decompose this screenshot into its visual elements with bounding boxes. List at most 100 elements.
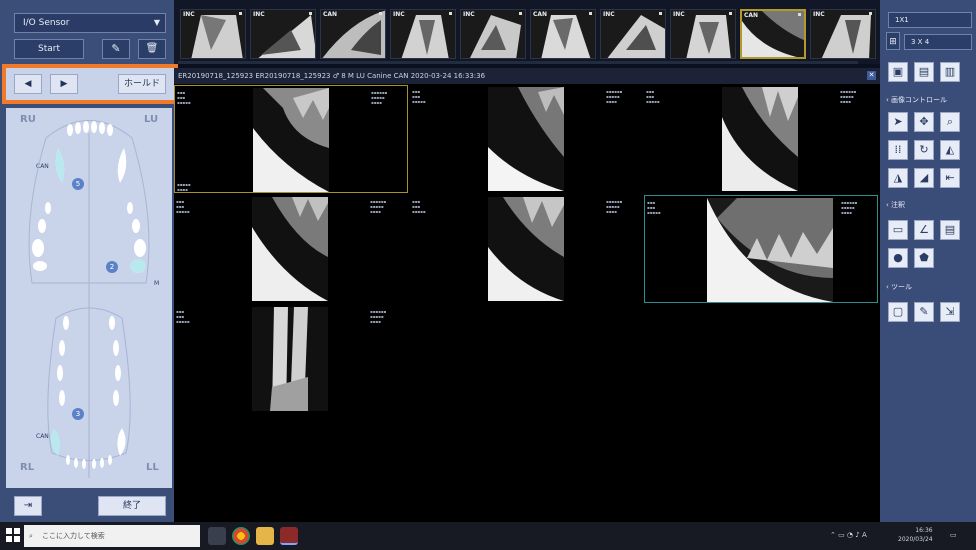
flip-tool[interactable]: ◭	[940, 140, 960, 160]
mirror-icon: ◮	[893, 171, 903, 184]
taskbar-search-input[interactable]: ⌕ ここに入力して検索	[24, 525, 200, 547]
layout-select-1[interactable]: 1X1	[888, 12, 972, 28]
folder-icon[interactable]	[256, 527, 274, 545]
thumbnail-dot	[449, 12, 452, 15]
xray-image	[252, 197, 328, 301]
thumbnail[interactable]: INC	[390, 9, 456, 59]
viewport-meta: ▪▪▪ ▪▪▪ ▪▪▪▪▪	[412, 89, 426, 104]
arrow-right-icon: ▶	[60, 79, 68, 89]
thumbnail-selected[interactable]: CAN	[740, 9, 806, 59]
viewport-meta: ▪▪▪ ▪▪▪ ▪▪▪▪▪	[176, 309, 190, 324]
taskbar-clock[interactable]: 16:36 2020/03/24	[898, 526, 933, 544]
grid-layout-button[interactable]: ⊞	[886, 32, 900, 50]
next-button[interactable]: ▶	[50, 74, 78, 94]
edit-button[interactable]: ✎	[102, 39, 130, 59]
edit-image-tool[interactable]: ✎	[914, 302, 934, 322]
thumbnail[interactable]: INC	[180, 9, 246, 59]
section-tools-label: ツール	[891, 283, 913, 291]
right-panel: 1X1 3 X 4 ⊞ ▣ ▤ ▥ ‹ 画像コントロール ➤ ✥ ⌕ ⁞⁞ ↻ …	[880, 0, 976, 522]
study-info-bar: ER20190718_125923 ER20190718_125923 ♂ 8 …	[174, 68, 880, 84]
polygon-tool[interactable]: ⬟	[914, 248, 934, 268]
close-icon[interactable]: ✕	[867, 71, 876, 80]
viewport-cell[interactable]: ▪▪▪ ▪▪▪ ▪▪▪▪▪ ▪▪▪▪▪▪ ▪▪▪▪▪ ▪▪▪▪	[410, 85, 644, 193]
viewport-cell[interactable]: ▪▪▪ ▪▪▪ ▪▪▪▪▪ ▪▪▪▪▪▪ ▪▪▪▪▪ ▪▪▪▪	[174, 195, 408, 303]
thumbnail-tag: INC	[813, 11, 825, 18]
ellipse-tool[interactable]: ●	[888, 248, 908, 268]
thumbnail[interactable]: INC	[600, 9, 666, 59]
pointer-tool[interactable]: ➤	[888, 112, 908, 132]
thumbnail[interactable]: INC	[670, 9, 736, 59]
dental-chart[interactable]: RU LU RL LL CAN CAN M 5 2 3	[6, 108, 172, 488]
count-badge-right: 2	[106, 261, 118, 273]
start-button[interactable]: Start	[14, 39, 84, 59]
reset-tool[interactable]: ⇤	[940, 168, 960, 188]
text-tool[interactable]: ▤	[940, 220, 960, 240]
delete-button[interactable]: 🗑	[138, 39, 166, 59]
xray-image	[253, 88, 329, 192]
previous-button[interactable]: ◀	[14, 74, 42, 94]
contrast-tool[interactable]: ◢	[914, 168, 934, 188]
rotate-icon: ↻	[919, 143, 929, 156]
angle-tool[interactable]: ∠	[914, 220, 934, 240]
tray-icons[interactable]: ⌃ ▭ ◔ ♪ A	[830, 531, 867, 539]
grid-tool[interactable]: ⁞⁞	[888, 140, 908, 160]
thumbnail[interactable]: INC	[810, 9, 876, 59]
sensor-select[interactable]: I/O Sensor ▼	[14, 13, 166, 33]
ruler-tool[interactable]: ▭	[888, 220, 908, 240]
view-1x1-button[interactable]: ▣	[888, 62, 908, 82]
mirror-tool[interactable]: ◮	[888, 168, 908, 188]
export-image-tool[interactable]: ⇲	[940, 302, 960, 322]
view-2x2-button[interactable]: ▤	[914, 62, 934, 82]
section-tools: ‹ ツール	[886, 283, 913, 291]
viewport-meta: ▪▪▪▪▪▪ ▪▪▪▪▪ ▪▪▪▪	[370, 199, 387, 214]
chrome-icon[interactable]	[232, 527, 250, 545]
thumbnail[interactable]: INC	[250, 9, 316, 59]
viewport-cell[interactable]: ▪▪▪ ▪▪▪ ▪▪▪▪▪ ▪▪▪▪▪▪ ▪▪▪▪▪ ▪▪▪▪	[410, 195, 644, 303]
viewport-meta: ▪▪▪▪▪▪ ▪▪▪▪▪ ▪▪▪▪	[840, 89, 857, 104]
thumbnail-strip: INC INC CAN INC INC CAN INC INC CAN INC	[174, 0, 880, 64]
thumbnail-tag: CAN	[744, 12, 759, 19]
section-image-control: ‹ 画像コントロール	[886, 96, 948, 104]
thumbnail[interactable]: INC	[460, 9, 526, 59]
thumbnail-tag: CAN	[323, 11, 338, 18]
viewport-cell[interactable]: ▪▪▪ ▪▪▪ ▪▪▪▪▪ ▪▪▪▪▪▪ ▪▪▪▪▪ ▪▪▪▪ ▪▪▪▪▪ ▪▪▪▪	[174, 85, 408, 193]
viewport-cell[interactable]: ▪▪▪ ▪▪▪ ▪▪▪▪▪ ▪▪▪▪▪▪ ▪▪▪▪▪ ▪▪▪▪	[174, 305, 408, 413]
viewport-cell[interactable]: ▪▪▪ ▪▪▪ ▪▪▪▪▪ ▪▪▪▪▪▪ ▪▪▪▪▪ ▪▪▪▪	[644, 85, 878, 193]
move-icon: ✥	[919, 115, 929, 128]
left-panel: I/O Sensor ▼ Start ✎ 🗑 ◀ ▶ ホールド RU LU RL…	[0, 0, 178, 522]
viewport-cell-active[interactable]: ▪▪▪ ▪▪▪ ▪▪▪▪▪ ▪▪▪▪▪▪ ▪▪▪▪▪ ▪▪▪▪	[644, 195, 878, 303]
chevron-down-icon: ▼	[153, 18, 160, 27]
windows-start-icon[interactable]	[6, 528, 20, 542]
notification-icon[interactable]: ▭	[950, 531, 957, 539]
view-fit-button[interactable]: ▥	[940, 62, 960, 82]
viewport-meta: ▪▪▪▪▪ ▪▪▪▪	[177, 182, 191, 192]
zoom-tool[interactable]: ⌕	[940, 112, 960, 132]
fit-view-icon: ▥	[944, 65, 956, 78]
thumbnail-tag: CAN	[533, 11, 548, 18]
taskbar-date: 2020/03/24	[898, 536, 933, 543]
thumbnail[interactable]: CAN	[320, 9, 386, 59]
text-box-icon: ▤	[944, 223, 956, 236]
imaging-app-icon[interactable]	[280, 527, 298, 545]
viewport-meta: ▪▪▪▪▪▪ ▪▪▪▪▪ ▪▪▪▪	[370, 309, 387, 324]
thumbnail-dot	[869, 12, 872, 15]
cursor-icon: ➤	[893, 115, 903, 128]
viewport-meta: ▪▪▪▪▪▪ ▪▪▪▪▪ ▪▪▪▪	[606, 199, 623, 214]
save-tool[interactable]: ▢	[888, 302, 908, 322]
export-image-icon: ⇲	[945, 305, 955, 318]
end-button[interactable]: 終了	[98, 496, 166, 516]
hold-button[interactable]: ホールド	[118, 74, 166, 94]
search-icon: ⌕	[29, 532, 33, 540]
image-viewer-grid[interactable]: ▪▪▪ ▪▪▪ ▪▪▪▪▪ ▪▪▪▪▪▪ ▪▪▪▪▪ ▪▪▪▪ ▪▪▪▪▪ ▪▪▪▪ ▪▪…	[174, 84, 880, 522]
rotate-tool[interactable]: ↻	[914, 140, 934, 160]
viewport-meta: ▪▪▪ ▪▪▪ ▪▪▪▪▪	[177, 90, 191, 105]
export-button[interactable]: ⇥	[14, 496, 42, 516]
layout-select-2-value: 3 X 4	[911, 38, 930, 46]
taskview-icon[interactable]	[208, 527, 226, 545]
thumbnail[interactable]: CAN	[530, 9, 596, 59]
thumbnail-scrollbar[interactable]	[178, 61, 858, 64]
study-info-text: ER20190718_125923 ER20190718_125923 ♂ 8 …	[178, 72, 486, 80]
viewport-meta: ▪▪▪▪▪▪ ▪▪▪▪▪ ▪▪▪▪	[371, 90, 388, 105]
layout-select-2[interactable]: 3 X 4	[904, 34, 972, 50]
pan-tool[interactable]: ✥	[914, 112, 934, 132]
